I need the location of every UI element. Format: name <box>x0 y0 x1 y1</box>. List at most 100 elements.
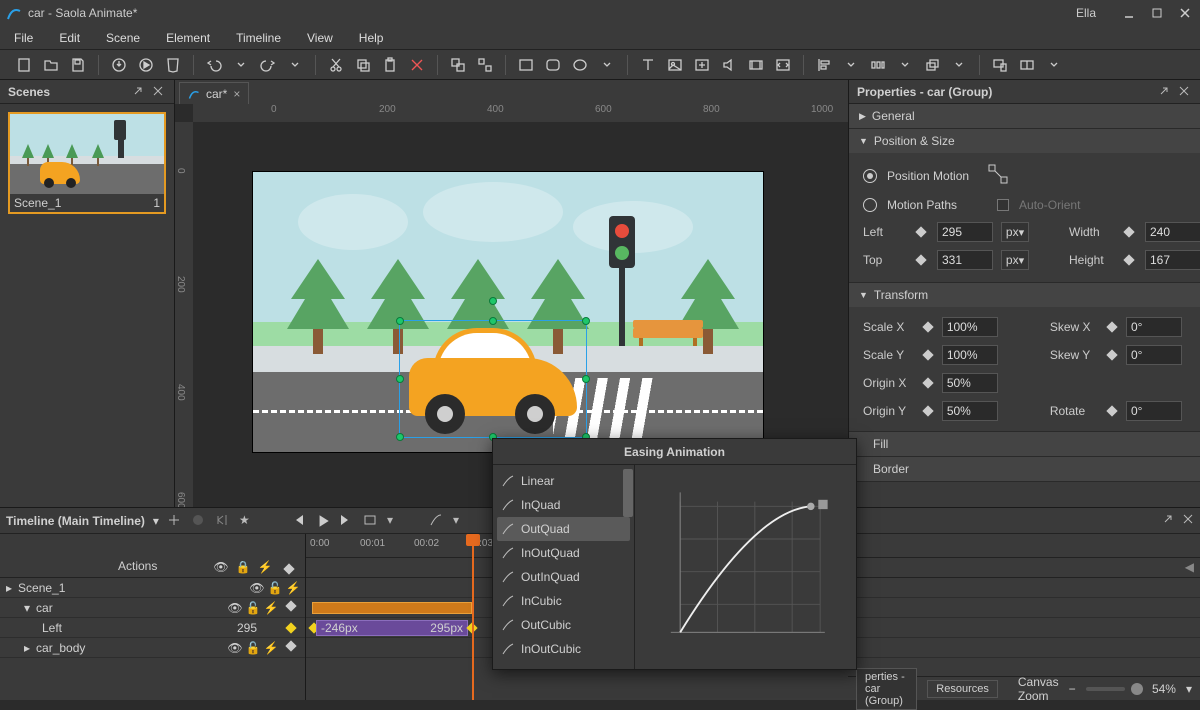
play-icon[interactable] <box>315 513 331 529</box>
panel-popout-icon[interactable] <box>1158 85 1172 99</box>
position-motion-radio[interactable]: Position Motion <box>863 163 1186 188</box>
animation-segment[interactable] <box>312 602 472 614</box>
keyframe-diamond-icon[interactable] <box>1123 226 1134 237</box>
distribute-icon[interactable] <box>868 55 888 75</box>
track-car-body[interactable]: ▸car_body 👁🔓⚡ <box>0 638 305 658</box>
originx-input[interactable] <box>942 373 998 393</box>
align-left-icon[interactable] <box>814 55 834 75</box>
unit-selector[interactable]: px ▾ <box>1001 250 1029 270</box>
menu-element[interactable]: Element <box>166 31 210 45</box>
easing-icon[interactable] <box>429 513 445 529</box>
panel-close-icon[interactable] <box>1182 513 1194 528</box>
section-transform[interactable]: ▼Transform <box>849 283 1200 307</box>
record-icon[interactable] <box>191 513 207 529</box>
section-fill[interactable]: Fill <box>849 432 1200 456</box>
keyframe-diamond-icon[interactable] <box>1106 321 1117 332</box>
panel-close-icon[interactable] <box>152 85 166 99</box>
easing-option-incubic[interactable]: InCubic <box>497 589 630 613</box>
timeline-dropdown-icon[interactable]: ▾ <box>153 514 159 528</box>
goto-start-icon[interactable] <box>291 513 307 529</box>
easing-option-outcubic[interactable]: OutCubic <box>497 613 630 637</box>
add-timeline-icon[interactable] <box>167 513 183 529</box>
video-tool-icon[interactable] <box>746 55 766 75</box>
copy-icon[interactable] <box>353 55 373 75</box>
html5-icon[interactable] <box>163 55 183 75</box>
undo-icon[interactable] <box>204 55 224 75</box>
resources-tab[interactable]: Resources <box>927 680 998 698</box>
paste-icon[interactable] <box>380 55 400 75</box>
menu-edit[interactable]: Edit <box>59 31 80 45</box>
redo-dropdown-icon[interactable] <box>285 55 305 75</box>
stage[interactable] <box>253 172 763 452</box>
keyframe-diamond-icon[interactable] <box>1106 405 1117 416</box>
resize-handle[interactable] <box>582 375 590 383</box>
responsive-icon[interactable] <box>990 55 1010 75</box>
keyframe-diamond-icon[interactable] <box>1123 254 1134 265</box>
align-dropdown-icon[interactable] <box>841 55 861 75</box>
arrange-dropdown-icon[interactable] <box>949 55 969 75</box>
minimize-button[interactable] <box>1120 4 1138 22</box>
width-input[interactable] <box>1145 222 1200 242</box>
keyframe-diamond-icon[interactable] <box>915 226 926 237</box>
cut-icon[interactable] <box>326 55 346 75</box>
audio-tool-icon[interactable] <box>719 55 739 75</box>
keyframe-diamond-icon[interactable] <box>922 321 933 332</box>
resize-handle[interactable] <box>489 317 497 325</box>
easing-option-inoutcubic[interactable]: InOutCubic <box>497 637 630 661</box>
scene-thumbnail[interactable]: Scene_1 1 <box>8 112 166 214</box>
ellipse-tool-icon[interactable] <box>570 55 590 75</box>
motion-paths-radio[interactable]: Motion Paths Auto-Orient <box>863 198 1186 212</box>
panel-popout-icon[interactable] <box>1162 513 1174 528</box>
breakpoint-icon[interactable] <box>1017 55 1037 75</box>
keyframe-diamond-icon[interactable] <box>1106 349 1117 360</box>
property-segment[interactable]: -246px 295px <box>316 620 468 636</box>
section-general[interactable]: ▶General <box>849 104 1200 128</box>
keyframe-diamond-icon[interactable] <box>922 405 933 416</box>
easing-list[interactable]: LinearInQuadOutQuadInOutQuadOutInQuadInC… <box>493 465 635 669</box>
close-button[interactable] <box>1176 4 1194 22</box>
zoom-slider[interactable] <box>1086 687 1125 691</box>
menu-help[interactable]: Help <box>359 31 384 45</box>
action-icon[interactable]: ⚡ <box>259 561 271 573</box>
ungroup-icon[interactable] <box>475 55 495 75</box>
export-icon[interactable] <box>109 55 129 75</box>
zoom-out-button[interactable]: − <box>1069 682 1076 696</box>
symbol-tool-icon[interactable] <box>692 55 712 75</box>
open-file-icon[interactable] <box>41 55 61 75</box>
rotate-handle[interactable] <box>489 297 497 305</box>
resize-handle[interactable] <box>396 317 404 325</box>
panel-close-icon[interactable] <box>1178 85 1192 99</box>
arrange-icon[interactable] <box>922 55 942 75</box>
keyframe-diamond-icon[interactable] <box>915 254 926 265</box>
roundrect-tool-icon[interactable] <box>543 55 563 75</box>
section-border[interactable]: Border <box>849 457 1200 481</box>
loop-dropdown-icon[interactable]: ▾ <box>387 513 403 529</box>
layout-dropdown-icon[interactable] <box>1044 55 1064 75</box>
preview-icon[interactable] <box>136 55 156 75</box>
save-icon[interactable] <box>68 55 88 75</box>
lock-icon[interactable]: 🔒 <box>237 561 249 573</box>
tab-close-icon[interactable]: × <box>233 87 240 101</box>
scrollbar-thumb[interactable] <box>623 469 633 517</box>
properties-tab[interactable]: perties - car (Group) <box>856 668 917 710</box>
group-icon[interactable] <box>448 55 468 75</box>
visibility-icon[interactable]: 👁 <box>215 561 227 573</box>
section-position-size[interactable]: ▼Position & Size <box>849 129 1200 153</box>
resize-handle[interactable] <box>582 317 590 325</box>
track-car[interactable]: ▾car 👁🔓⚡ <box>0 598 305 618</box>
menu-timeline[interactable]: Timeline <box>236 31 281 45</box>
easing-option-inoutquad[interactable]: InOutQuad <box>497 541 630 565</box>
loop-icon[interactable] <box>363 513 379 529</box>
unit-selector[interactable]: px ▾ <box>1001 222 1029 242</box>
document-tab[interactable]: car* × <box>179 82 249 104</box>
top-input[interactable] <box>937 250 993 270</box>
easing-option-linear[interactable]: Linear <box>497 469 630 493</box>
image-tool-icon[interactable] <box>665 55 685 75</box>
track-left-property[interactable]: Left 295 <box>0 618 305 638</box>
redo-icon[interactable] <box>258 55 278 75</box>
snap-icon[interactable]: ★ <box>239 513 255 529</box>
height-input[interactable] <box>1145 250 1200 270</box>
delete-icon[interactable] <box>407 55 427 75</box>
menu-scene[interactable]: Scene <box>106 31 140 45</box>
originy-input[interactable] <box>942 401 998 421</box>
